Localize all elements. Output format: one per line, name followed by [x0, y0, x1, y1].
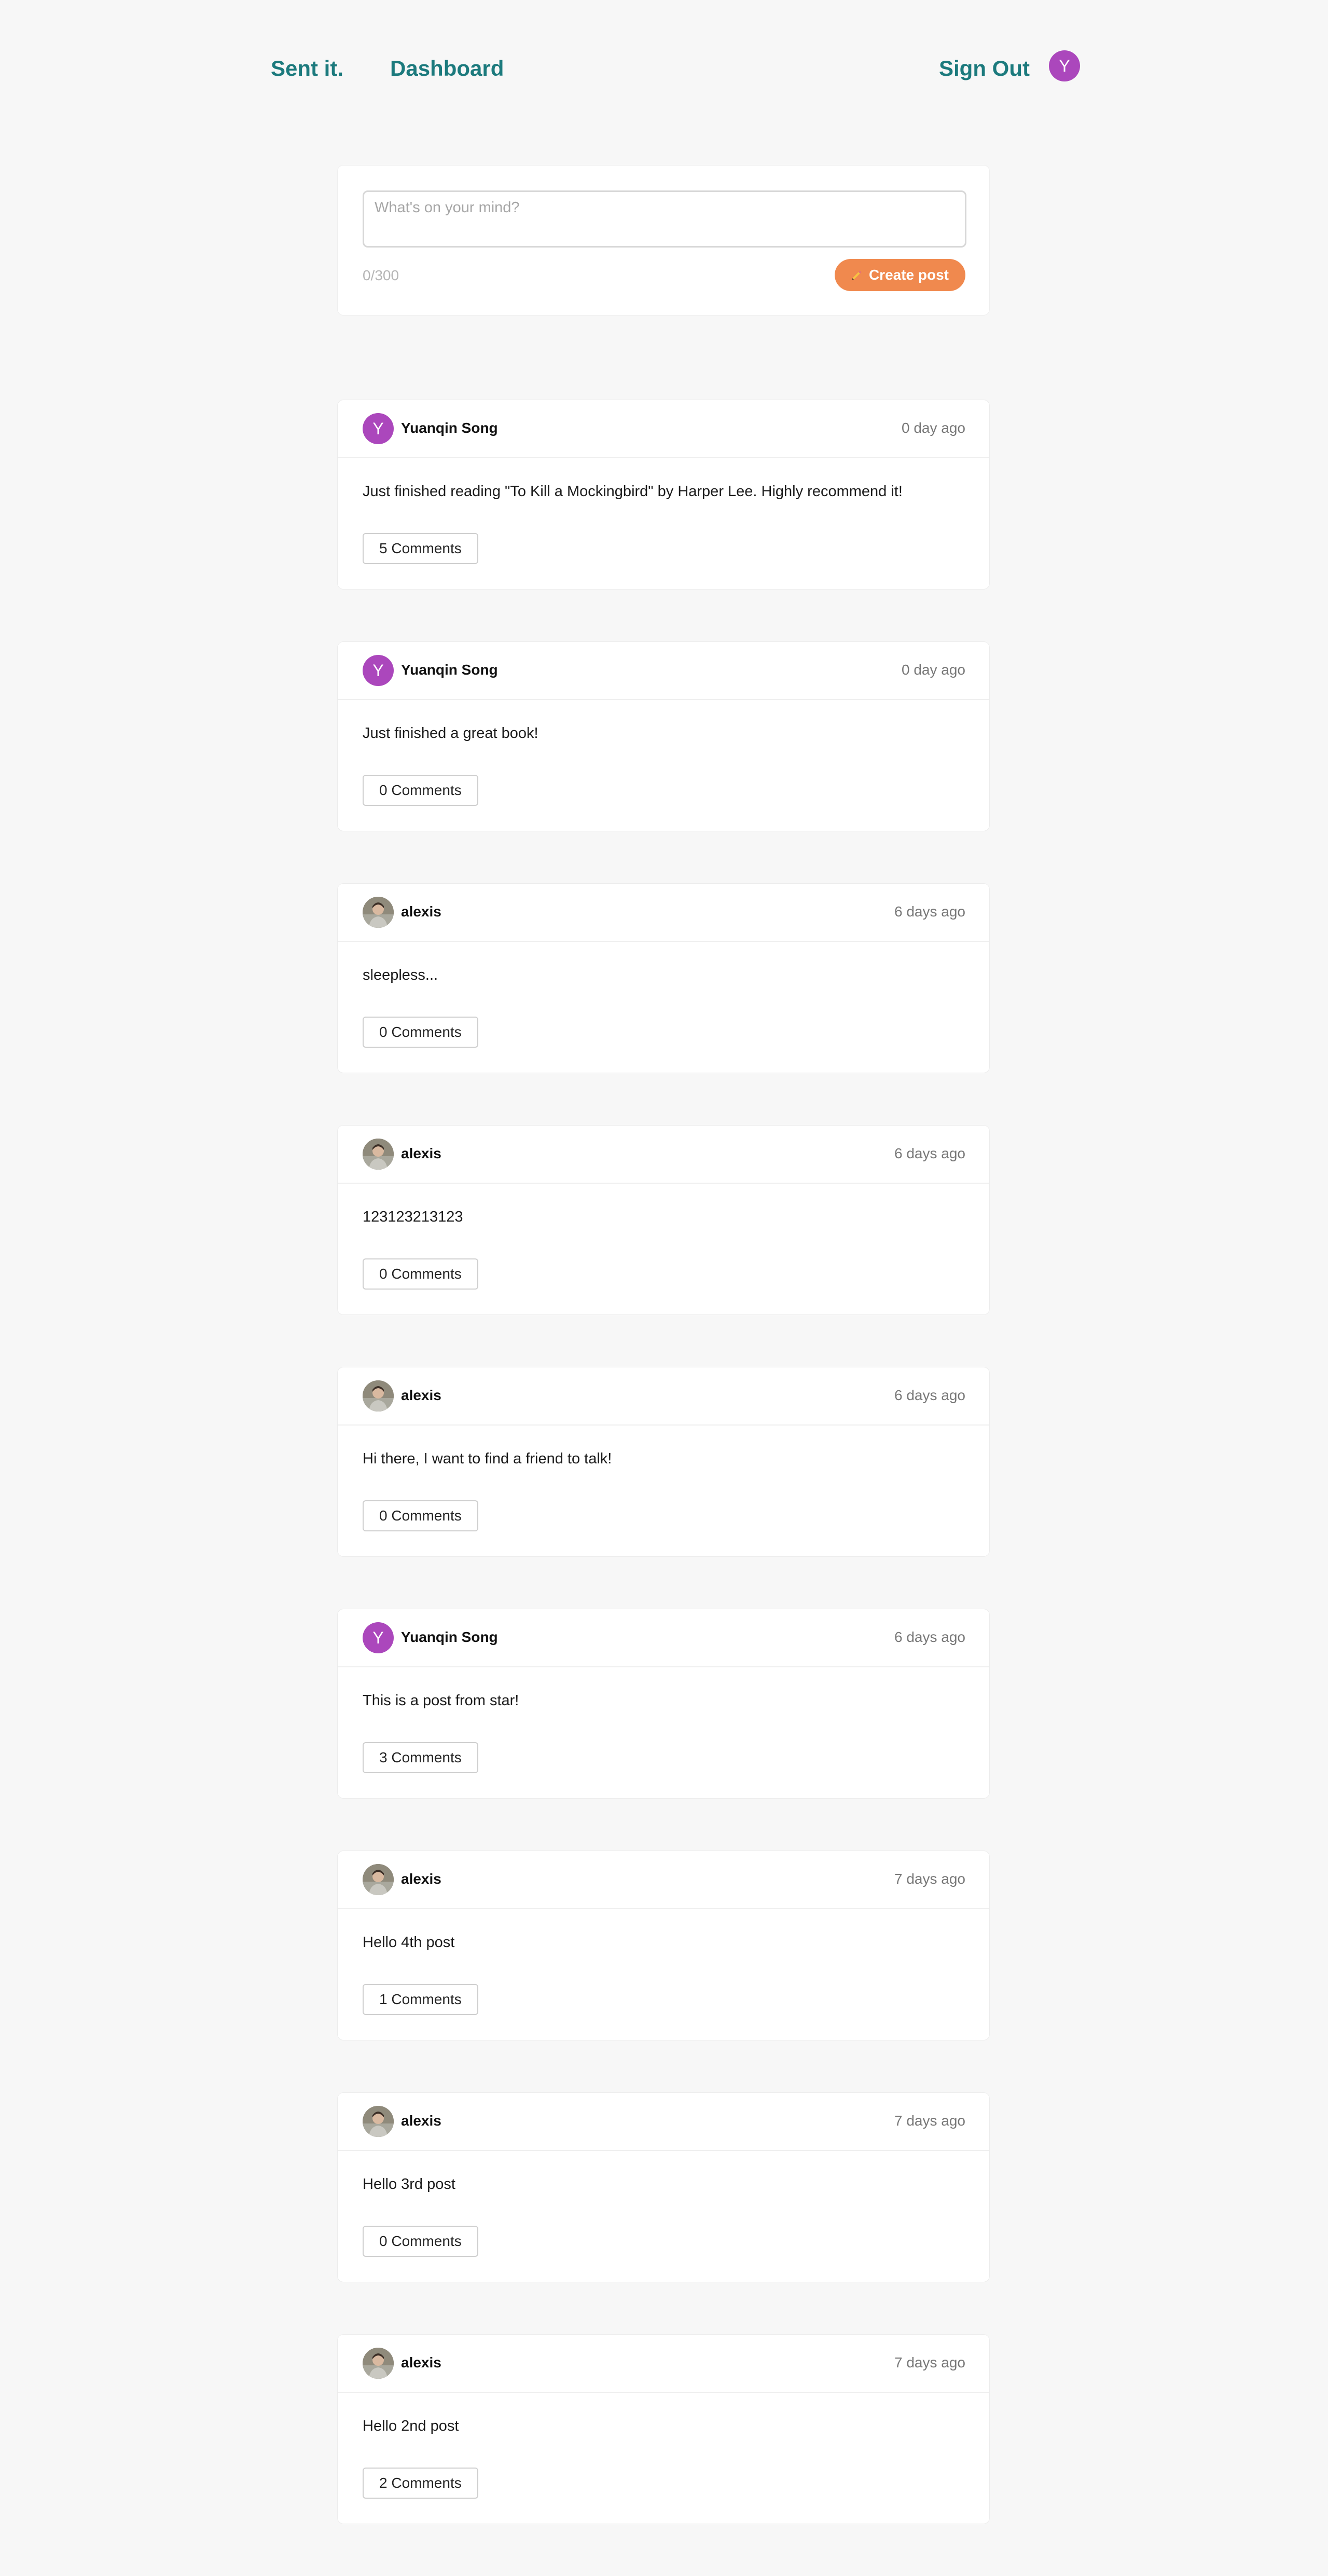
- post-timestamp: 6 days ago: [894, 1629, 965, 1645]
- post-text: Hello 4th post: [363, 1934, 455, 1951]
- post-composer: 0/300 Create post: [337, 165, 990, 316]
- author-avatar[interactable]: Y: [363, 655, 394, 686]
- post-card: alexis 6 days ago 123123213123 0 Comments: [337, 1125, 990, 1315]
- post-timestamp: 6 days ago: [894, 903, 965, 920]
- post-author[interactable]: Yuanqin Song: [401, 420, 498, 436]
- create-post-button[interactable]: Create post: [834, 259, 965, 291]
- author-avatar[interactable]: Y: [363, 413, 394, 444]
- post-header: alexis 6 days ago: [338, 1126, 989, 1184]
- post-text: Just finished reading "To Kill a Mocking…: [363, 483, 903, 500]
- post-card: alexis 6 days ago Hi there, I want to find…: [337, 1367, 990, 1557]
- author-avatar[interactable]: [363, 897, 394, 928]
- profile-photo-icon: [363, 2348, 394, 2379]
- post-timestamp: 7 days ago: [894, 1871, 965, 1887]
- post-header: Y Yuanqin Song 0 day ago: [338, 642, 989, 700]
- comments-button[interactable]: 0 Comments: [363, 1258, 478, 1290]
- author-avatar[interactable]: [363, 2106, 394, 2137]
- post-timestamp: 6 days ago: [894, 1145, 965, 1161]
- post-card: alexis 7 days ago Hello 4th post 1 Comments: [337, 1851, 990, 2040]
- comments-button[interactable]: 3 Comments: [363, 1742, 478, 1773]
- profile-photo-icon: [363, 1380, 394, 1412]
- profile-photo-icon: [363, 1864, 394, 1895]
- post-timestamp: 0 day ago: [902, 420, 965, 436]
- post-text: Hi there, I want to find a friend to tal…: [363, 1450, 612, 1467]
- post-header: alexis 7 days ago: [338, 1851, 989, 1909]
- pencil-icon: [852, 270, 862, 280]
- top-navigation: Sent it. Dashboard Sign Out Y: [0, 0, 1328, 140]
- post-timestamp: 7 days ago: [894, 2113, 965, 2129]
- post-text: 123123213123: [363, 1209, 463, 1225]
- comments-button[interactable]: 2 Comments: [363, 2468, 478, 2499]
- profile-photo-icon: [363, 897, 394, 928]
- sign-out-link[interactable]: Sign Out: [939, 56, 1030, 81]
- post-card: Y Yuanqin Song 0 day ago Just finished a gr…: [337, 641, 990, 831]
- comments-button[interactable]: 0 Comments: [363, 1017, 478, 1048]
- post-text: Just finished a great book!: [363, 725, 538, 742]
- profile-photo-icon: [363, 2106, 394, 2137]
- author-avatar[interactable]: [363, 2348, 394, 2379]
- user-avatar[interactable]: Y: [1049, 50, 1080, 81]
- post-text: This is a post from star!: [363, 1692, 519, 1709]
- post-author[interactable]: alexis: [401, 1871, 441, 1887]
- post-text: sleepless...: [363, 967, 438, 983]
- create-post-label: Create post: [868, 267, 949, 283]
- post-author[interactable]: alexis: [401, 2354, 441, 2371]
- post-author[interactable]: alexis: [401, 903, 441, 920]
- comments-button[interactable]: 0 Comments: [363, 2226, 478, 2257]
- author-avatar[interactable]: [363, 1864, 394, 1895]
- post-header: alexis 7 days ago: [338, 2093, 989, 2151]
- post-author[interactable]: alexis: [401, 1387, 441, 1404]
- post-author[interactable]: alexis: [401, 2113, 441, 2129]
- post-timestamp: 7 days ago: [894, 2354, 965, 2371]
- author-avatar[interactable]: Y: [363, 1622, 394, 1653]
- post-text: Hello 2nd post: [363, 2418, 459, 2434]
- profile-photo-icon: [363, 1139, 394, 1170]
- post-text: Hello 3rd post: [363, 2176, 455, 2193]
- author-avatar[interactable]: [363, 1380, 394, 1412]
- dashboard-link[interactable]: Dashboard: [390, 56, 504, 81]
- post-author[interactable]: Yuanqin Song: [401, 1629, 498, 1646]
- post-header: alexis 6 days ago: [338, 884, 989, 942]
- post-timestamp: 0 day ago: [902, 662, 965, 678]
- post-header: alexis 6 days ago: [338, 1367, 989, 1426]
- comments-button[interactable]: 1 Comments: [363, 1984, 478, 2015]
- post-feed: Y Yuanqin Song 0 day ago Just finished read…: [337, 400, 990, 2576]
- post-card: Y Yuanqin Song 6 days ago This is a post fr…: [337, 1609, 990, 1799]
- author-avatar[interactable]: [363, 1139, 394, 1170]
- brand-logo-link[interactable]: Sent it.: [271, 56, 343, 81]
- post-card: alexis 7 days ago Hello 3rd post 0 Comments: [337, 2092, 990, 2282]
- post-card: alexis 6 days ago sleepless... 0 Comments: [337, 883, 990, 1073]
- post-author[interactable]: Yuanqin Song: [401, 662, 498, 678]
- post-card: Y Yuanqin Song 0 day ago Just finished read…: [337, 400, 990, 590]
- comments-button[interactable]: 5 Comments: [363, 533, 478, 564]
- post-card: alexis 7 days ago Hello 2nd post 2 Comments: [337, 2334, 990, 2524]
- post-input[interactable]: [363, 190, 966, 248]
- post-author[interactable]: alexis: [401, 1145, 441, 1162]
- comments-button[interactable]: 0 Comments: [363, 775, 478, 806]
- character-counter: 0/300: [363, 267, 399, 283]
- post-header: Y Yuanqin Song 6 days ago: [338, 1609, 989, 1667]
- post-header: Y Yuanqin Song 0 day ago: [338, 400, 989, 458]
- post-header: alexis 7 days ago: [338, 2335, 989, 2393]
- comments-button[interactable]: 0 Comments: [363, 1500, 478, 1531]
- post-timestamp: 6 days ago: [894, 1387, 965, 1403]
